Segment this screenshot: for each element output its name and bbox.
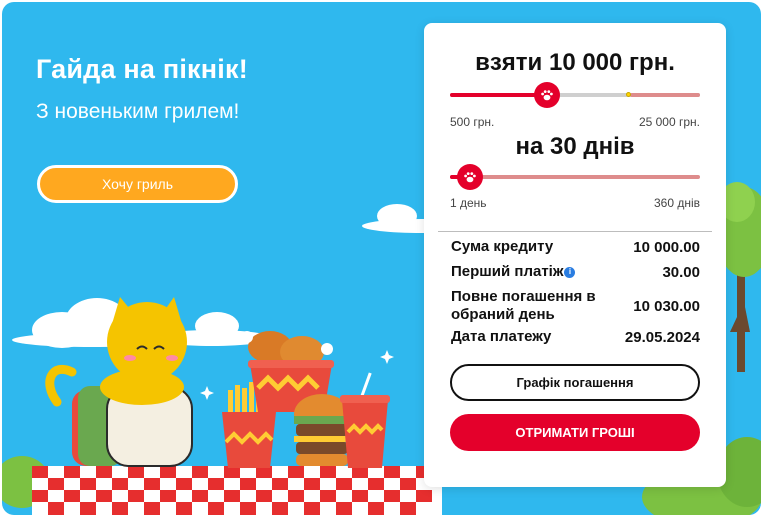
paw-icon [464,172,476,183]
days-slider[interactable] [450,164,700,190]
days-max-label: 360 днів [653,196,700,210]
summary-label-wrap: Перший платіж i [451,263,576,281]
summary-value: 29.05.2024 [624,328,700,346]
amount-heading: взяти 10 000 грн. [475,49,675,76]
summary-label: Сума кредиту [451,238,554,255]
repayment-schedule-button[interactable]: Графік погашення [450,364,700,401]
amount-min-label: 500 грн. [450,115,495,129]
amount-slider-track-rest [630,93,700,97]
summary-value: 10 000.00 [633,238,700,256]
divider [438,231,712,232]
paw-icon [541,90,553,101]
summary-row-full-repayment: Повне погашення в обраний день 10 030.00 [451,288,700,324]
amount-slider-fill [450,93,547,97]
summary-value: 30.00 [662,263,700,281]
amount-max-label: 25 000 грн. [638,115,700,129]
days-slider-thumb[interactable] [457,164,483,190]
promo-subtitle: З новеньким грилем! [36,100,240,123]
summary-label: Дата платежу [451,328,552,345]
summary-row-payment-date: Дата платежу 29.05.2024 [451,328,700,346]
summary-label: Перший платіж [451,263,564,280]
loan-calculator-card: взяти 10 000 грн. 500 грн. 25 000 грн. н… [424,23,726,487]
summary-row-credit-amount: Сума кредиту 10 000.00 [451,238,700,256]
amount-slider[interactable] [450,82,700,108]
days-min-label: 1 день [450,196,487,210]
summary-label: Повне погашення в обраний день [451,288,596,323]
get-money-button[interactable]: ОТРИМАТИ ГРОШІ [450,414,700,451]
days-heading: на 30 днів [515,133,635,160]
summary-row-first-payment: Перший платіж i 30.00 [451,263,700,281]
info-icon[interactable]: i [564,266,576,278]
days-slider-track[interactable] [450,175,700,179]
amount-slider-marker [626,92,631,97]
promo-title: Гайда на пікнік! [36,54,248,84]
amount-slider-thumb[interactable] [534,82,560,108]
want-grill-button[interactable]: Хочу гриль [37,165,238,203]
summary-value: 10 030.00 [633,297,700,315]
